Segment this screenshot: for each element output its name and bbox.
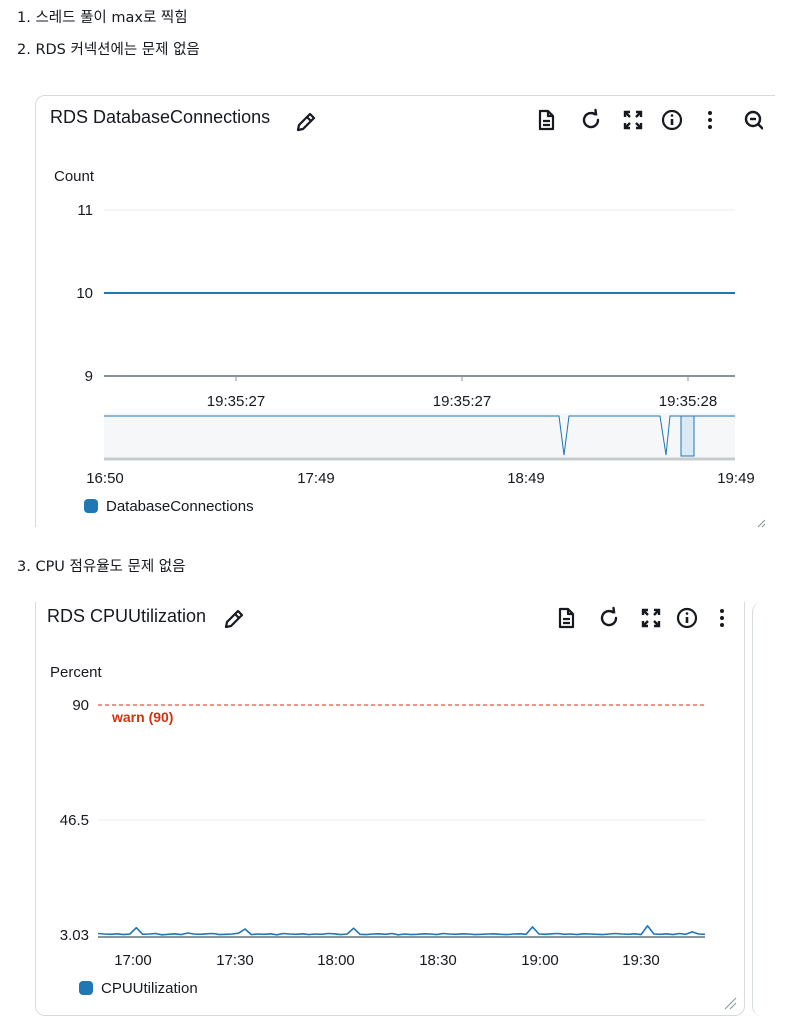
x-tick-label: 19:30 — [622, 952, 660, 969]
threshold-label: warn (90) — [111, 709, 173, 725]
x-tick-label: 18:00 — [317, 952, 355, 969]
x-tick-label: 19:00 — [521, 952, 559, 969]
cpu-utilization-chart: Percent 90 46.5 3.03 warn (90) 17:00 17:30 18:0… — [50, 664, 706, 969]
series-line-cpu-utilization — [97, 925, 706, 936]
legend-label: CPUUtilization — [101, 980, 198, 997]
resize-handle-icon[interactable] — [723, 996, 737, 1010]
y-tick-label: 46.5 — [60, 812, 89, 829]
x-tick-label: 18:30 — [419, 952, 457, 969]
x-tick-label: 17:30 — [216, 952, 254, 969]
y-tick-label: 90 — [72, 697, 89, 714]
x-tick-label: 17:00 — [114, 952, 152, 969]
legend-cpu-utilization[interactable]: CPUUtilization — [79, 980, 198, 997]
legend-swatch — [79, 981, 93, 995]
y-axis-label: Percent — [50, 664, 103, 681]
y-tick-label: 3.03 — [60, 927, 89, 944]
